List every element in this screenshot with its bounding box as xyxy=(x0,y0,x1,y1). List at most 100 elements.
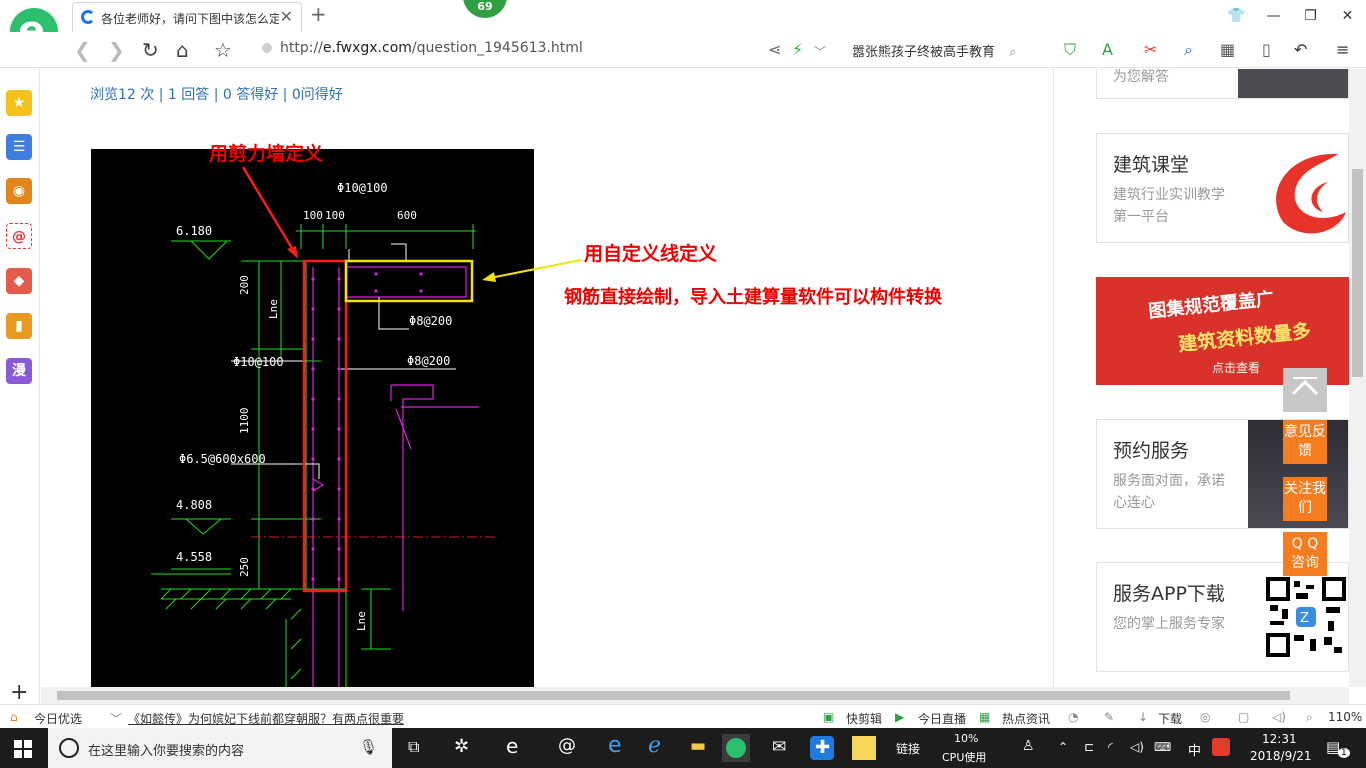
horizontal-scroll-thumb[interactable] xyxy=(57,691,1290,700)
shield-icon[interactable]: ⛉ xyxy=(1064,40,1076,60)
dropdown-icon[interactable]: ﹀ xyxy=(814,43,826,60)
links-label[interactable]: 链接 xyxy=(896,740,920,757)
tab-title: 各位老师好，请问下图中该怎么定义 xyxy=(101,12,279,26)
mail-taskbar-icon[interactable]: ✉ xyxy=(772,737,786,757)
edge-icon[interactable]: e xyxy=(608,733,622,758)
vertical-scrollbar[interactable] xyxy=(1349,69,1366,687)
weibo-icon[interactable]: ◉ xyxy=(6,178,32,204)
banner-line1: 图集规范覆盖广 xyxy=(1147,288,1275,323)
hot-news-link[interactable]: 热点资讯 xyxy=(1002,710,1050,727)
browser-tab[interactable]: 各位老师好，请问下图中该怎么定义 ✕ xyxy=(72,2,302,32)
search-suggestion: 嚣张熊孩子终被高手教育 xyxy=(852,45,996,60)
tray-device-icon[interactable]: ⊏ xyxy=(1084,740,1094,754)
volume-icon[interactable]: ◁) xyxy=(1130,740,1144,754)
back-to-top-button[interactable] xyxy=(1283,368,1327,412)
cad-label: Lne xyxy=(355,611,368,631)
game-icon[interactable]: ◆ xyxy=(6,268,32,294)
clock-time[interactable]: 12:31 xyxy=(1262,732,1297,746)
sound-icon[interactable]: ◁) xyxy=(1272,710,1286,724)
download-link[interactable]: 下载 xyxy=(1158,710,1182,727)
share-icon[interactable]: ⋖ xyxy=(768,40,781,59)
taskbar-search[interactable]: 在这里输入你要搜索的内容 🎙 xyxy=(48,728,392,768)
undo-icon[interactable]: ↶ xyxy=(1294,40,1307,59)
folder-icon[interactable]: ▬ xyxy=(690,736,706,756)
minimize-button[interactable]: — xyxy=(1255,0,1292,32)
tray-chevron-icon[interactable]: ⌃ xyxy=(1058,740,1068,754)
shirt-icon[interactable]: 👕 xyxy=(1218,0,1255,32)
chevron-down-icon[interactable]: ﹀ xyxy=(110,710,122,727)
address-bar[interactable]: http://e.fwxgx.com/question_1945613.html xyxy=(262,40,583,56)
add-sidebar-button[interactable]: + xyxy=(10,680,28,705)
ime-indicator[interactable]: 中 xyxy=(1188,740,1201,759)
notification-badge[interactable]: 69 xyxy=(463,0,507,18)
course-card[interactable]: 建筑课堂 建筑行业实训教学第一平台 xyxy=(1096,133,1349,243)
pinwheel-icon[interactable]: ✲ xyxy=(454,736,469,757)
cad-label: 4.808 xyxy=(176,498,212,512)
news-headline[interactable]: 《如懿传》为何嫔妃下线前都穿朝服？有两点很重要 xyxy=(128,710,404,727)
cleanup-icon[interactable]: ◎ xyxy=(1200,710,1210,724)
site-info-icon[interactable] xyxy=(262,43,272,53)
horizontal-scrollbar[interactable] xyxy=(41,687,1349,704)
menu-icon[interactable]: ≡ xyxy=(1336,40,1349,59)
mail-icon[interactable]: @ xyxy=(6,223,32,249)
shear-wall-annotation: 用剪力墙定义 xyxy=(209,143,324,165)
course-logo-icon xyxy=(1276,153,1346,234)
forward-icon[interactable]: ❯ xyxy=(108,38,125,62)
daily-pick-label[interactable]: 今日优选 xyxy=(34,710,82,727)
translate-icon[interactable]: A xyxy=(1102,40,1113,59)
search-icon[interactable]: ⌕ xyxy=(1009,45,1016,60)
app-card[interactable]: 服务APP下载 您的掌上服务专家 Z xyxy=(1096,562,1349,672)
speed-icon[interactable]: ◔ xyxy=(1068,710,1078,724)
back-icon[interactable]: ❮ xyxy=(74,38,91,62)
windows-start-icon[interactable] xyxy=(14,740,32,758)
zoom-icon[interactable]: ⌕ xyxy=(1306,710,1313,725)
site-favicon-icon xyxy=(81,10,95,24)
favorites-icon[interactable]: ★ xyxy=(6,90,32,116)
plus-app-icon[interactable]: ✚ xyxy=(810,736,834,760)
people-icon[interactable]: ♙ xyxy=(1022,738,1035,754)
spiral-icon[interactable]: @ xyxy=(558,735,576,756)
lightning-icon[interactable]: ⚡ xyxy=(792,40,803,59)
close-window-button[interactable]: ✕ xyxy=(1329,0,1366,32)
news-list-icon[interactable]: ☰ xyxy=(6,134,32,160)
quick-clip-link[interactable]: 快剪辑 xyxy=(846,710,882,727)
phone-icon[interactable]: ▯ xyxy=(1262,40,1271,59)
refresh-icon[interactable]: ↻ xyxy=(142,38,159,62)
vertical-scroll-thumb[interactable] xyxy=(1352,169,1363,377)
task-view-icon[interactable]: ⧉ xyxy=(408,737,419,757)
feedback-button[interactable]: 意见反馈 xyxy=(1283,420,1327,464)
cad-label: Φ6.5@600x600 xyxy=(179,452,266,466)
qq-consult-button[interactable]: Q Q 咨询 xyxy=(1283,532,1327,576)
book-icon[interactable]: ▮ xyxy=(6,313,32,339)
follow-us-button[interactable]: 关注我们 xyxy=(1283,477,1327,521)
magnifier-icon[interactable]: ⌕ xyxy=(1184,40,1193,60)
browser-e-icon[interactable]: e xyxy=(506,734,518,758)
apps-icon[interactable]: ▦ xyxy=(1220,40,1235,59)
pin-icon[interactable]: ✎ xyxy=(1104,710,1114,724)
zoom-level[interactable]: 110% xyxy=(1328,710,1362,724)
banner-link[interactable]: 点击查看 xyxy=(1212,359,1260,376)
active-browser-icon[interactable] xyxy=(722,734,750,762)
download-icon[interactable]: ↓ xyxy=(1138,710,1148,724)
scissors-icon[interactable]: ✂ xyxy=(1144,40,1157,59)
microphone-icon[interactable]: 🎙 xyxy=(359,738,378,756)
sogou-icon[interactable] xyxy=(1212,738,1230,756)
new-tab-button[interactable]: + xyxy=(310,2,327,26)
clock-date[interactable]: 2018/9/21 xyxy=(1250,749,1312,763)
live-link[interactable]: 今日直播 xyxy=(918,710,966,727)
cad-label: 600 xyxy=(397,209,417,222)
window-icon[interactable]: ▢ xyxy=(1238,710,1249,724)
search-box[interactable]: 嚣张熊孩子终被高手教育 ⌕ xyxy=(852,41,1016,60)
notes-app-icon[interactable] xyxy=(852,736,876,760)
cad-label: 100 xyxy=(325,209,345,222)
partial-card[interactable]: 为您解答 xyxy=(1096,69,1349,99)
restore-button[interactable]: ❐ xyxy=(1292,0,1329,32)
tab-close-icon[interactable]: ✕ xyxy=(280,7,293,26)
comic-icon[interactable]: 漫 xyxy=(6,358,32,384)
keyboard-icon[interactable]: ⌨ xyxy=(1154,740,1171,754)
star-icon[interactable]: ☆ xyxy=(214,38,232,62)
cad-label: Φ10@100 xyxy=(233,355,284,369)
wifi-icon[interactable]: ◜ xyxy=(1108,740,1113,754)
home-icon[interactable]: ⌂ xyxy=(176,38,189,62)
ie-icon[interactable]: ℯ xyxy=(648,733,661,758)
